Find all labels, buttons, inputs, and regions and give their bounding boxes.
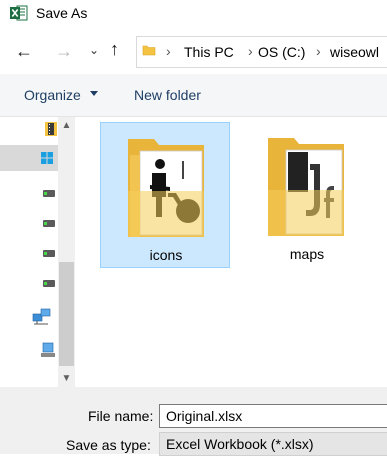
scroll-down-button[interactable]: ▼: [58, 370, 75, 387]
scroll-up-button[interactable]: ▲: [58, 117, 75, 134]
arrow-right-icon: →: [55, 41, 73, 61]
folder-icon: [128, 139, 204, 237]
breadcrumb-wiseowl[interactable]: wiseowl: [330, 44, 379, 60]
sidebar-item-videos[interactable]: [0, 117, 58, 143]
folder-icon: [142, 45, 156, 56]
arrow-up-icon: ↑: [110, 39, 119, 59]
up-button[interactable]: ↑: [110, 39, 119, 59]
file-name-input[interactable]: Original.xlsx: [159, 404, 387, 428]
sidebar-item-drive[interactable]: [0, 179, 58, 205]
file-name-label: File name:: [88, 408, 154, 424]
sidebar-item-drive[interactable]: [0, 209, 58, 235]
caret-down-icon: [90, 91, 98, 96]
breadcrumb-separator[interactable]: ›: [316, 43, 321, 59]
chevron-down-icon: ⌄: [89, 43, 100, 57]
sidebar-item-os-c[interactable]: [0, 145, 58, 171]
windows-drive-icon: [41, 152, 53, 164]
chevron-up-icon: ▲: [61, 120, 72, 131]
back-button[interactable]: ←: [15, 41, 33, 61]
sidebar-item-network[interactable]: [0, 305, 58, 331]
excel-icon: [10, 5, 28, 21]
sidebar-item-drive[interactable]: [0, 269, 58, 295]
forward-button[interactable]: →: [55, 41, 73, 61]
folder-item-icons[interactable]: icons: [100, 122, 230, 268]
recent-locations-button[interactable]: ⌄: [89, 43, 99, 57]
folder-name: maps: [289, 246, 325, 262]
folder-item-maps[interactable]: maps: [242, 122, 372, 268]
save-as-type-select[interactable]: Excel Workbook (*.xlsx): [159, 432, 387, 456]
breadcrumb-os-c[interactable]: OS (C:): [258, 44, 305, 60]
breadcrumb-this-pc[interactable]: This PC: [184, 44, 234, 60]
folder-icon: [268, 138, 344, 236]
sidebar-item-homegroup[interactable]: [0, 338, 58, 364]
chevron-down-icon: ▼: [61, 373, 72, 384]
network-icon: [32, 308, 51, 325]
sidebar-item-drive[interactable]: [0, 239, 58, 265]
folder-name: icons: [149, 247, 183, 263]
window-title: Save As: [36, 5, 88, 21]
breadcrumb-separator[interactable]: ›: [248, 43, 253, 59]
arrow-left-icon: ←: [15, 41, 33, 61]
save-as-type-label: Save as type:: [66, 437, 151, 453]
new-folder-button[interactable]: New folder: [134, 87, 201, 103]
scroll-thumb[interactable]: [59, 262, 74, 366]
film-folder-icon: [45, 122, 57, 136]
homegroup-icon: [41, 342, 55, 357]
breadcrumb-separator[interactable]: ›: [166, 43, 171, 59]
organize-button[interactable]: Organize: [24, 87, 81, 103]
